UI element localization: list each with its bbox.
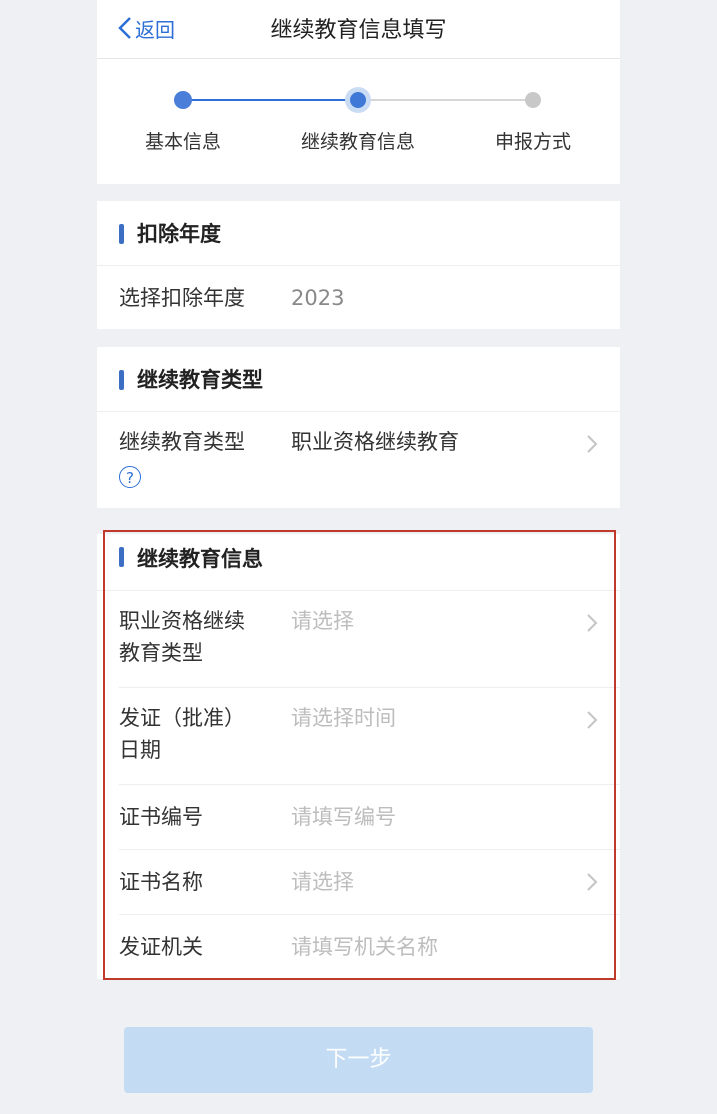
section-accent-bar: [119, 547, 124, 567]
certificate-number-row[interactable]: 证书编号 请填写编号: [97, 785, 620, 850]
nav-bar: 返回 继续教育信息填写: [97, 0, 620, 59]
education-type-row[interactable]: 继续教育类型 ? 职业资格继续教育: [97, 412, 620, 508]
row-label: 选择扣除年度: [119, 286, 245, 310]
issuing-authority-input[interactable]: 请填写机关名称: [291, 931, 438, 963]
row-label: 继续教育类型: [119, 430, 245, 454]
form-screen: 返回 继续教育信息填写 基本信息 继续教育信息 申报方式 扣除年度 选择扣除年度…: [97, 0, 620, 1114]
certificate-name-select: 请选择: [291, 870, 354, 894]
issue-date-row[interactable]: 发证（批准） 日期 请选择时间: [97, 688, 620, 785]
section-title: 继续教育类型: [137, 368, 263, 392]
row-label-continued: 日期: [119, 738, 161, 762]
issuing-authority-row[interactable]: 发证机关 请填写机关名称: [97, 915, 620, 980]
issue-date-picker: 请选择时间: [291, 706, 396, 730]
deduction-year-row[interactable]: 选择扣除年度 2023: [97, 266, 620, 330]
certificate-number-input[interactable]: 请填写编号: [291, 801, 396, 833]
step-label-filing: 申报方式: [494, 131, 571, 153]
page-title: 继续教育信息填写: [270, 18, 447, 43]
education-info-section: 继续教育信息 职业资格继续 教育类型 请选择 发证（批准） 日期 请选择时间 证…: [97, 534, 620, 979]
qualification-type-select: 请选择: [291, 609, 354, 633]
step-label-education: 继续教育信息: [300, 131, 415, 153]
step-dot-current: [345, 87, 371, 113]
qualification-type-row[interactable]: 职业资格继续 教育类型 请选择: [97, 591, 620, 688]
section-accent-bar: [119, 224, 124, 244]
chevron-right-icon: [587, 435, 598, 453]
step-label-basic: 基本信息: [144, 131, 221, 153]
section-title: 扣除年度: [137, 222, 221, 246]
section-title: 继续教育信息: [137, 547, 263, 571]
section-header: 继续教育类型: [97, 347, 620, 412]
next-step-button[interactable]: 下一步: [124, 1027, 593, 1093]
row-label: 证书名称: [119, 870, 203, 894]
row-label: 发证机关: [119, 935, 203, 959]
step-dot-todo: [525, 92, 541, 108]
section-header: 继续教育信息: [97, 534, 620, 591]
deduction-year-section: 扣除年度 选择扣除年度 2023: [97, 201, 620, 329]
step-connector-done: [183, 99, 358, 101]
certificate-name-row[interactable]: 证书名称 请选择: [97, 850, 620, 915]
step-connector-todo: [358, 99, 533, 101]
deduction-year-value: 2023: [291, 286, 345, 310]
section-accent-bar: [119, 370, 124, 390]
chevron-right-icon: [587, 614, 598, 632]
section-header: 扣除年度: [97, 201, 620, 266]
education-type-section: 继续教育类型 继续教育类型 ? 职业资格继续教育: [97, 347, 620, 508]
row-label-continued: 教育类型: [119, 641, 203, 665]
chevron-right-icon: [587, 711, 598, 729]
row-label: 职业资格继续: [119, 609, 245, 633]
help-icon[interactable]: ?: [119, 466, 141, 488]
step-dot-done: [174, 91, 192, 109]
education-type-value: 职业资格继续教育: [291, 430, 459, 454]
row-label: 发证（批准）: [119, 706, 245, 730]
row-label: 证书编号: [119, 805, 203, 829]
chevron-right-icon: [587, 873, 598, 891]
progress-stepper: 基本信息 继续教育信息 申报方式: [97, 59, 620, 184]
